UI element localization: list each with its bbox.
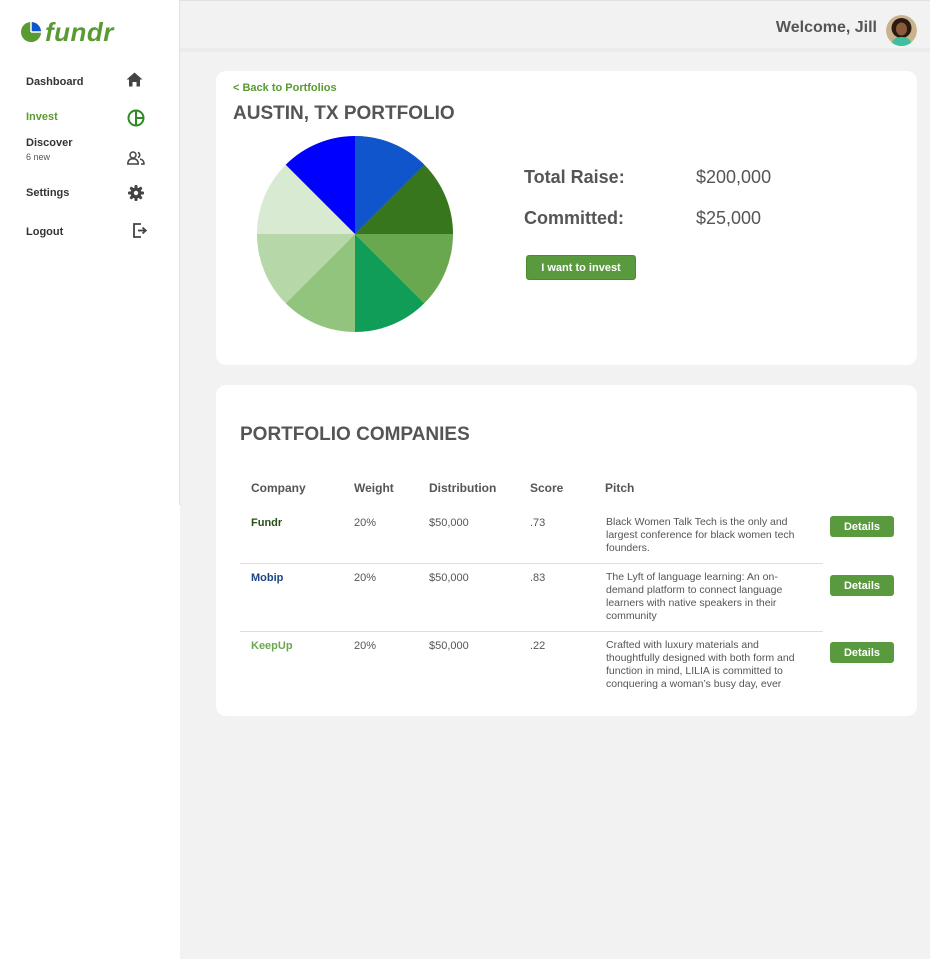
sidebar-item-invest[interactable]: Invest <box>26 105 156 129</box>
sidebar-item-label: Dashboard <box>26 76 84 88</box>
total-raise-value: $200,000 <box>696 167 772 187</box>
gear-icon <box>128 185 144 201</box>
company-pitch: The Lyft of language learning: An on-dem… <box>606 571 783 622</box>
logo-pie-icon <box>21 22 41 42</box>
portfolio-allocation-pie <box>257 136 453 332</box>
sidebar-item-sublabel: 6 new <box>26 152 51 162</box>
invest-button[interactable]: I want to invest <box>526 255 636 280</box>
column-header-company: Company <box>251 481 306 495</box>
avatar[interactable] <box>886 15 917 46</box>
company-weight: 20% <box>354 572 377 584</box>
details-button[interactable]: Details <box>830 642 894 663</box>
column-header-distribution: Distribution <box>429 481 497 495</box>
total-raise-label: Total Raise: <box>524 167 625 187</box>
sidebar-item-label: Invest <box>26 111 58 123</box>
company-name[interactable]: KeepUp <box>251 640 293 652</box>
company-distribution: $50,000 <box>429 640 469 652</box>
sidebar-item-logout[interactable]: Logout <box>26 220 156 244</box>
sidebar-item-label: Logout <box>26 226 64 238</box>
committed-label: Committed: <box>524 208 624 228</box>
committed-value: $25,000 <box>696 208 762 228</box>
logout-icon <box>133 223 148 238</box>
company-name[interactable]: Mobip <box>251 572 283 584</box>
fundr-logo[interactable]: fundr <box>20 18 114 46</box>
top-bar-divider <box>180 48 930 52</box>
company-distribution: $50,000 <box>429 517 469 529</box>
column-header-weight: Weight <box>354 481 394 495</box>
company-score: .22 <box>530 640 546 652</box>
back-to-portfolios-link[interactable]: < Back to Portfolios <box>233 82 337 94</box>
portfolio-summary-card: < Back to Portfolios AUSTIN, TX PORTFOLI… <box>216 71 917 365</box>
details-button[interactable]: Details <box>830 575 894 596</box>
company-weight: 20% <box>354 517 377 529</box>
sidebar-item-label: Settings <box>26 187 70 199</box>
details-button[interactable]: Details <box>830 516 894 537</box>
company-score: .73 <box>530 517 546 529</box>
section-title: PORTFOLIO COMPANIES <box>240 424 470 445</box>
logo-text: fundr <box>45 17 114 47</box>
sidebar-divider <box>179 0 180 505</box>
sidebar-item-label: Discover <box>26 137 73 149</box>
company-weight: 20% <box>354 640 377 652</box>
column-header-score: Score <box>530 481 564 495</box>
sidebar-item-dashboard[interactable]: Dashboard <box>26 70 156 94</box>
pie-chart-icon <box>127 109 145 127</box>
company-pitch: Black Women Talk Tech is the only and la… <box>606 516 795 554</box>
row-divider <box>240 631 823 632</box>
company-name[interactable]: Fundr <box>251 517 282 529</box>
row-divider <box>240 563 823 564</box>
company-distribution: $50,000 <box>429 572 469 584</box>
user-avatar-icon <box>886 15 917 46</box>
company-score: .83 <box>530 572 546 584</box>
portfolio-companies-card: PORTFOLIO COMPANIES Company Weight Distr… <box>216 385 917 716</box>
page-title: AUSTIN, TX PORTFOLIO <box>233 103 455 124</box>
welcome-message: Welcome, Jill <box>775 19 877 36</box>
sidebar-item-discover[interactable]: Discover 6 new <box>26 131 156 165</box>
sidebar: fundr Dashboard Invest Discover 6 new Se… <box>0 0 180 959</box>
sidebar-item-settings[interactable]: Settings <box>26 181 156 205</box>
column-header-pitch: Pitch <box>605 481 635 495</box>
home-icon <box>126 72 143 87</box>
top-bar: Welcome, Jill <box>180 0 930 48</box>
people-icon <box>127 151 145 165</box>
company-pitch: Crafted with luxury materials and though… <box>606 639 795 690</box>
